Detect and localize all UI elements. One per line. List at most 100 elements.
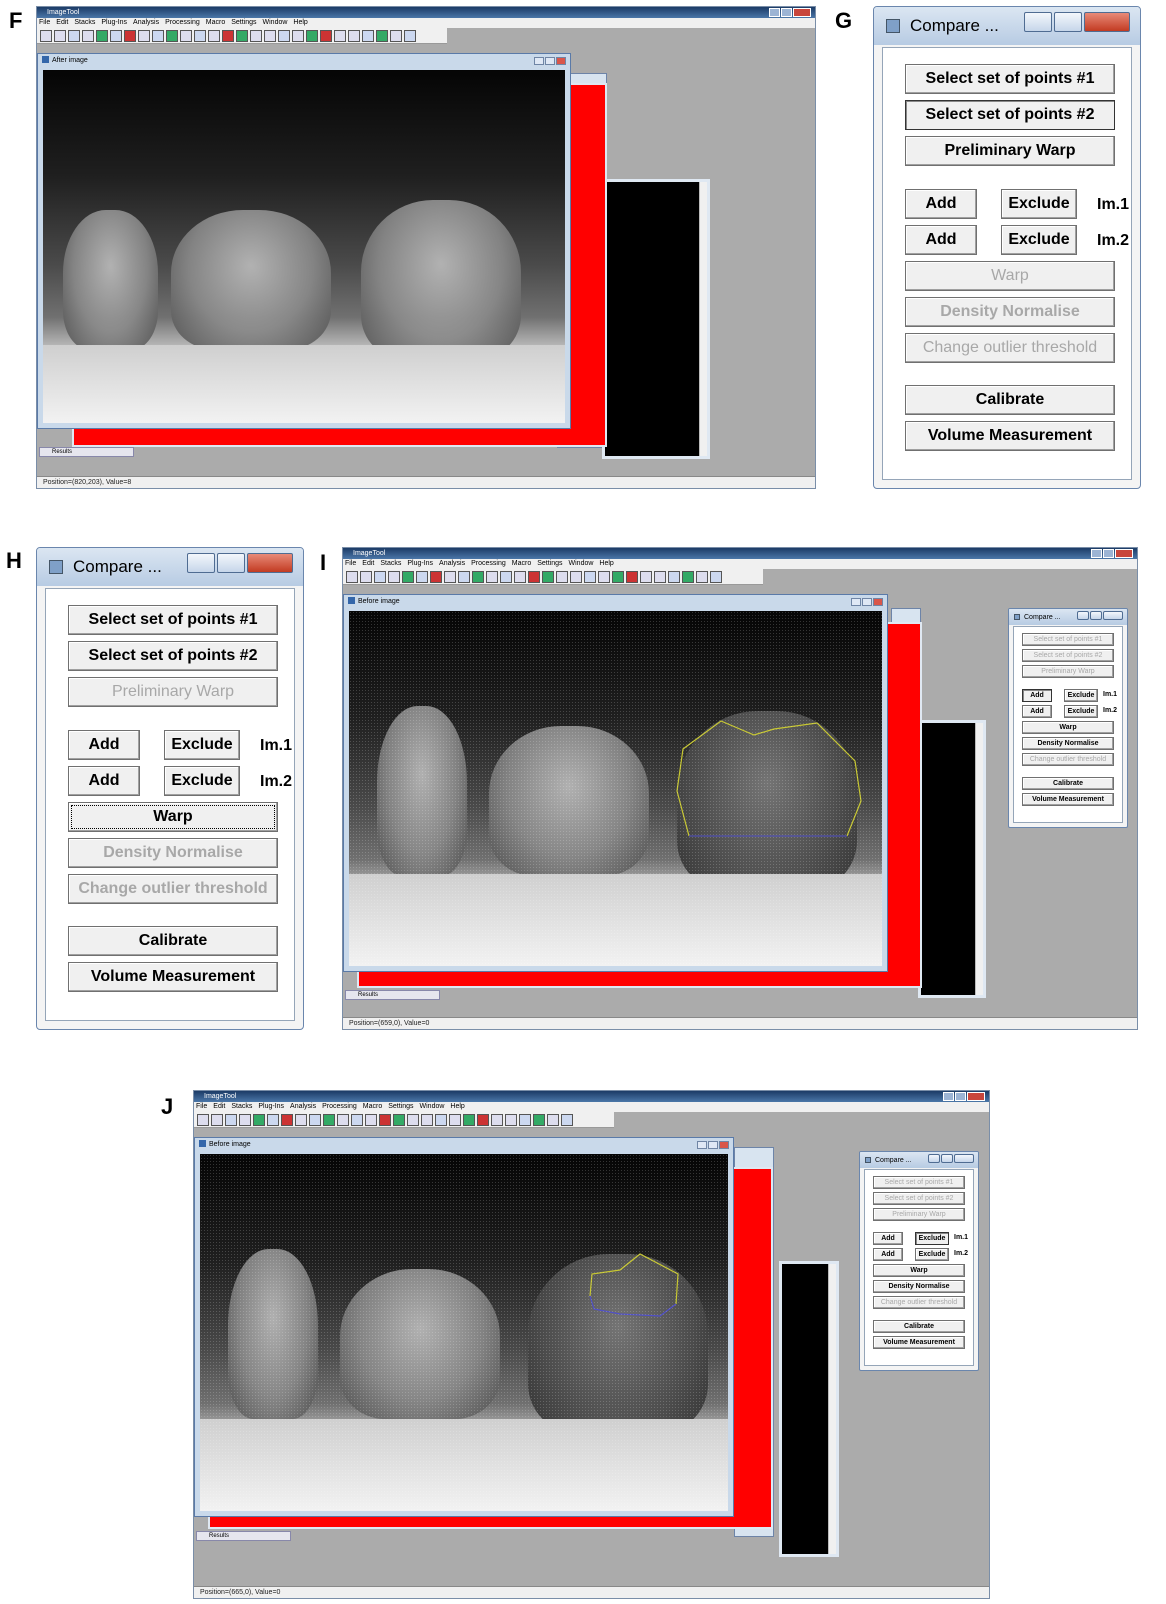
menu-stacks[interactable]: Stacks	[74, 19, 95, 26]
tool-icon[interactable]	[640, 571, 652, 583]
tool-icon[interactable]	[197, 1114, 209, 1126]
tool-icon[interactable]	[351, 1114, 363, 1126]
menu-help[interactable]: Help	[450, 1103, 464, 1110]
menu-analysis[interactable]: Analysis	[133, 19, 159, 26]
vertical-scrollbar[interactable]	[828, 1264, 836, 1554]
exclude-im1-button[interactable]: Exclude	[1064, 689, 1098, 702]
tool-icon[interactable]	[320, 30, 332, 42]
add-im1-button[interactable]: Add	[905, 189, 977, 219]
tool-icon[interactable]	[626, 571, 638, 583]
calibrate-button[interactable]: Calibrate	[1022, 777, 1114, 790]
tool-icon[interactable]	[281, 1114, 293, 1126]
change-outlier-threshold-button[interactable]: Change outlier threshold	[68, 874, 278, 904]
tool-icon[interactable]	[292, 30, 304, 42]
close-icon[interactable]	[719, 1141, 729, 1149]
tool-icon[interactable]	[68, 30, 80, 42]
tool-icon[interactable]	[682, 571, 694, 583]
tool-icon[interactable]	[519, 1114, 531, 1126]
warp-button[interactable]: Warp	[905, 261, 1115, 291]
select-points-1-button[interactable]: Select set of points #1	[873, 1176, 965, 1189]
volume-measurement-button[interactable]: Volume Measurement	[905, 421, 1115, 451]
tool-icon[interactable]	[138, 30, 150, 42]
tool-icon[interactable]	[430, 571, 442, 583]
maximize-icon[interactable]	[708, 1141, 718, 1149]
tool-icon[interactable]	[124, 30, 136, 42]
tool-icon[interactable]	[110, 30, 122, 42]
tool-icon[interactable]	[668, 571, 680, 583]
tool-icon[interactable]	[584, 571, 596, 583]
maximize-icon[interactable]	[1054, 12, 1082, 32]
tool-icon[interactable]	[374, 571, 386, 583]
calibrate-button[interactable]: Calibrate	[68, 926, 278, 956]
add-im2-button[interactable]: Add	[905, 225, 977, 255]
menu-file[interactable]: File	[196, 1103, 207, 1110]
maximize-icon[interactable]	[217, 553, 245, 573]
help-icon[interactable]	[404, 30, 416, 42]
density-normalise-button[interactable]: Density Normalise	[873, 1280, 965, 1293]
xray-image[interactable]	[43, 70, 565, 423]
exclude-im1-button[interactable]: Exclude	[1001, 189, 1077, 219]
menu-window[interactable]: Window	[569, 560, 594, 567]
tool-icon[interactable]	[348, 30, 360, 42]
tool-icon[interactable]	[500, 571, 512, 583]
tool-icon[interactable]	[556, 571, 568, 583]
tool-icon[interactable]	[239, 1114, 251, 1126]
close-icon[interactable]	[954, 1154, 974, 1163]
tool-icon[interactable]	[491, 1114, 503, 1126]
menu-settings[interactable]: Settings	[388, 1103, 413, 1110]
minimize-icon[interactable]	[943, 1092, 954, 1101]
add-im2-button[interactable]: Add	[873, 1248, 903, 1261]
close-icon[interactable]	[1084, 12, 1130, 32]
preliminary-warp-button[interactable]: Preliminary Warp	[68, 677, 278, 707]
tool-icon[interactable]	[376, 30, 388, 42]
density-normalise-button[interactable]: Density Normalise	[68, 838, 278, 868]
maximize-icon[interactable]	[545, 57, 555, 65]
help-icon[interactable]	[710, 571, 722, 583]
tool-icon[interactable]	[334, 30, 346, 42]
minimize-icon[interactable]	[534, 57, 544, 65]
tool-icon[interactable]	[458, 571, 470, 583]
tool-icon[interactable]	[323, 1114, 335, 1126]
select-points-2-button[interactable]: Select set of points #2	[68, 641, 278, 671]
results-window[interactable]: Results	[345, 990, 440, 1000]
tool-icon[interactable]	[528, 571, 540, 583]
tool-icon[interactable]	[306, 30, 318, 42]
preliminary-warp-button[interactable]: Preliminary Warp	[1022, 665, 1114, 678]
tool-icon[interactable]	[166, 30, 178, 42]
menu-analysis[interactable]: Analysis	[439, 560, 465, 567]
minimize-icon[interactable]	[769, 8, 780, 17]
tool-icon[interactable]	[421, 1114, 433, 1126]
maximize-icon[interactable]	[955, 1092, 966, 1101]
warp-button[interactable]: Warp	[68, 802, 278, 832]
select-points-2-button[interactable]: Select set of points #2	[873, 1192, 965, 1205]
menu-file[interactable]: File	[39, 19, 50, 26]
tool-icon[interactable]	[337, 1114, 349, 1126]
help-icon[interactable]	[561, 1114, 573, 1126]
exclude-im2-button[interactable]: Exclude	[164, 766, 240, 796]
select-points-1-button[interactable]: Select set of points #1	[68, 605, 278, 635]
density-normalise-button[interactable]: Density Normalise	[1022, 737, 1114, 750]
menu-macro[interactable]: Macro	[512, 560, 531, 567]
results-window[interactable]: Results	[196, 1531, 291, 1541]
tool-icon[interactable]	[211, 1114, 223, 1126]
menu-macro[interactable]: Macro	[363, 1103, 382, 1110]
select-points-1-button[interactable]: Select set of points #1	[1022, 633, 1114, 646]
tool-icon[interactable]	[542, 571, 554, 583]
tool-icon[interactable]	[390, 30, 402, 42]
xray-image[interactable]	[349, 611, 882, 966]
warp-button[interactable]: Warp	[873, 1264, 965, 1277]
tool-icon[interactable]	[505, 1114, 517, 1126]
menu-edit[interactable]: Edit	[213, 1103, 225, 1110]
minimize-icon[interactable]	[187, 553, 215, 573]
tool-icon[interactable]	[547, 1114, 559, 1126]
tool-icon[interactable]	[222, 30, 234, 42]
close-icon[interactable]	[1115, 549, 1133, 558]
exclude-im2-button[interactable]: Exclude	[915, 1248, 949, 1261]
menu-edit[interactable]: Edit	[362, 560, 374, 567]
close-icon[interactable]	[247, 553, 293, 573]
change-outlier-threshold-button[interactable]: Change outlier threshold	[873, 1296, 965, 1309]
tool-icon[interactable]	[346, 571, 358, 583]
select-points-2-button[interactable]: Select set of points #2	[1022, 649, 1114, 662]
tool-icon[interactable]	[82, 30, 94, 42]
volume-measurement-button[interactable]: Volume Measurement	[68, 962, 278, 992]
